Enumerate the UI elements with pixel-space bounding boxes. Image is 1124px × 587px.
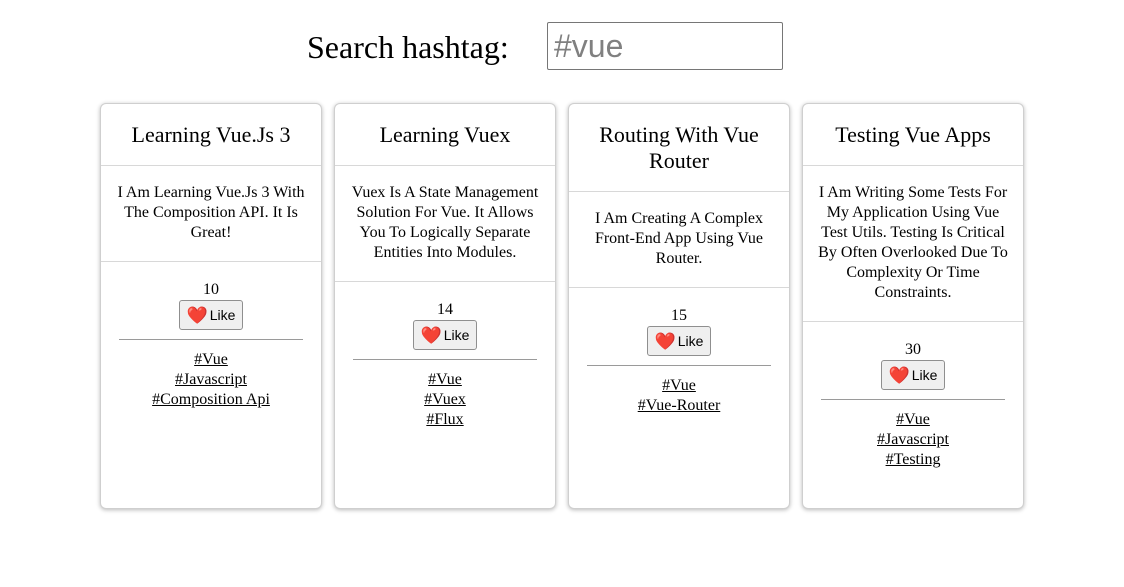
like-count: 14 <box>437 301 453 318</box>
post-list: Learning Vue.Js 3 I Am Learning Vue.Js 3… <box>100 103 1024 509</box>
like-count: 30 <box>905 341 921 358</box>
post-footer: 15 ❤️ Like #Vue #Vue-Router <box>569 288 789 416</box>
like-button-label: Like <box>677 333 704 349</box>
hashtag-link[interactable]: #Javascript <box>119 370 303 390</box>
post-title: Learning Vue.Js 3 <box>101 104 321 166</box>
post-content: I Am Creating A Complex Front-End App Us… <box>569 192 789 288</box>
like-button[interactable]: ❤️ Like <box>178 300 244 330</box>
like-count: 10 <box>203 281 219 298</box>
post-footer: 14 ❤️ Like #Vue #Vuex #Flux <box>335 282 555 430</box>
hashtag-link[interactable]: #Vue <box>353 370 537 390</box>
post-content: Vuex Is A State Management Solution For … <box>335 166 555 282</box>
hashtag-link[interactable]: #Composition Api <box>119 390 303 410</box>
heart-icon: ❤️ <box>420 325 442 345</box>
hashtag-link[interactable]: #Testing <box>821 450 1005 470</box>
post-title: Routing With Vue Router <box>569 104 789 192</box>
like-count: 15 <box>671 307 687 324</box>
hashtag-link[interactable]: #Vue <box>821 410 1005 430</box>
like-button-label: Like <box>911 367 938 383</box>
post-footer: 30 ❤️ Like #Vue #Javascript #Testing <box>803 322 1023 470</box>
hashtag-link[interactable]: #Vuex <box>353 390 537 410</box>
divider <box>821 399 1005 400</box>
post-card: Testing Vue Apps I Am Writing Some Tests… <box>802 103 1024 509</box>
hashtag-link[interactable]: #Vue-Router <box>587 396 771 416</box>
divider <box>587 365 771 366</box>
post-card: Learning Vue.Js 3 I Am Learning Vue.Js 3… <box>100 103 322 509</box>
hashtag-link[interactable]: #Javascript <box>821 430 1005 450</box>
hashtag-link[interactable]: #Vue <box>587 376 771 396</box>
like-button[interactable]: ❤️ Like <box>646 326 712 356</box>
like-button[interactable]: ❤️ Like <box>880 360 946 390</box>
like-button-label: Like <box>209 307 236 323</box>
post-content: I Am Learning Vue.Js 3 With The Composit… <box>101 166 321 262</box>
divider <box>353 359 537 360</box>
heart-icon: ❤️ <box>654 331 676 351</box>
search-input[interactable] <box>547 22 783 70</box>
post-content: I Am Writing Some Tests For My Applicati… <box>803 166 1023 322</box>
post-title: Testing Vue Apps <box>803 104 1023 166</box>
like-button[interactable]: ❤️ Like <box>412 320 478 350</box>
search-label: Search hashtag: <box>307 29 509 65</box>
heart-icon: ❤️ <box>888 365 910 385</box>
hashtag-link[interactable]: #Vue <box>119 350 303 370</box>
search-bar: Search hashtag: <box>0 0 1124 90</box>
post-card: Routing With Vue Router I Am Creating A … <box>568 103 790 509</box>
like-button-label: Like <box>443 327 470 343</box>
post-title: Learning Vuex <box>335 104 555 166</box>
post-card: Learning Vuex Vuex Is A State Management… <box>334 103 556 509</box>
post-footer: 10 ❤️ Like #Vue #Javascript #Composition… <box>101 262 321 410</box>
divider <box>119 339 303 340</box>
hashtag-link[interactable]: #Flux <box>353 410 537 430</box>
heart-icon: ❤️ <box>186 305 208 325</box>
